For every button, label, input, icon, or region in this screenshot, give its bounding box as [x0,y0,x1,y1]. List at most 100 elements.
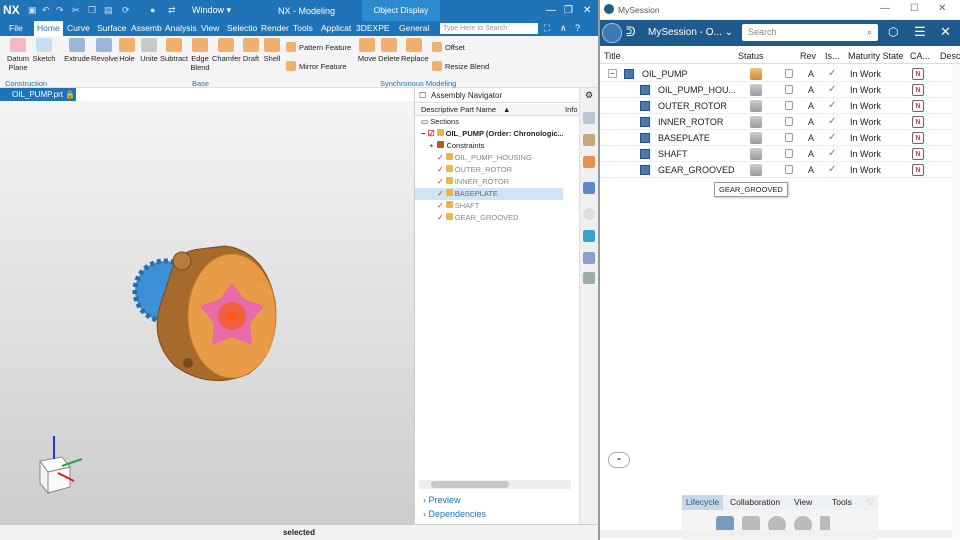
session-row[interactable]: OUTER_ROTOR A ✓ In Work N [600,98,960,114]
column-desc[interactable]: Desc [940,48,960,64]
restore-icon[interactable]: ❐ [564,5,573,16]
offset-region-button[interactable]: Offset [432,42,465,52]
sketch-button[interactable]: Sketch [32,38,56,63]
collapse-icon[interactable]: − [608,69,617,78]
edge-blend-button[interactable]: Edge Blend [190,38,210,72]
tree-item-part[interactable]: ✓ SHAFT [415,200,563,212]
undo-icon[interactable]: ↶ [42,5,50,16]
session-search-input[interactable]: Search ⌕ [742,24,878,41]
graphics-viewport[interactable] [0,101,414,524]
change-action-icon[interactable]: N [912,84,924,96]
resize-blend-button[interactable]: Resize Blend [432,61,489,71]
cut-icon[interactable]: ✂ [72,5,80,16]
tag-icon[interactable]: ⬡ [888,25,898,39]
tab-render[interactable]: Render [258,21,292,36]
favorite-icon[interactable]: ♡ [866,495,874,510]
chamfer-button[interactable]: Chamfer [212,38,241,63]
window-menu[interactable]: Window ▾ [192,5,231,16]
lock-icon[interactable] [785,165,793,174]
change-action-icon[interactable]: N [912,68,924,80]
horizontal-scrollbar[interactable] [600,530,952,538]
avatar[interactable] [602,23,622,43]
subtract-button[interactable]: Subtract [160,38,188,63]
hole-button[interactable]: Hole [118,38,136,63]
session-row[interactable]: SHAFT A ✓ In Work N [600,146,960,162]
lock-icon[interactable] [785,69,793,78]
tab-home[interactable]: Home [34,21,63,36]
session-row[interactable]: BASEPLATE A ✓ In Work N [600,130,960,146]
column-ca[interactable]: CA... [910,48,930,64]
close-icon[interactable]: ✕ [938,3,946,14]
unite-button[interactable]: Unite [138,38,160,63]
datum-plane-button[interactable]: Datum Plane [5,38,31,72]
check-icon[interactable]: ✓ [437,177,444,186]
minimize-icon[interactable]: — [546,5,556,16]
column-maturity-state[interactable]: Maturity State [848,48,904,64]
change-action-icon[interactable]: N [912,100,924,112]
vertical-scrollbar[interactable] [952,64,960,538]
tab-tools[interactable]: Tools [828,495,856,510]
tab-view[interactable]: View [790,495,816,510]
tree-item-root[interactable]: − ☑ OIL_PUMP (Order: Chronologic... [415,128,563,140]
paste-icon[interactable]: ▤ [104,5,113,16]
shaft-part[interactable] [227,311,237,321]
tab-file[interactable]: File [6,21,26,36]
column-status[interactable]: Status [738,48,764,64]
tree-item-sections[interactable]: ▭ Sections [415,116,563,128]
assembly-navigator-icon[interactable] [583,134,595,146]
change-action-icon[interactable]: N [912,164,924,176]
lock-icon[interactable] [785,149,793,158]
tab-surface[interactable]: Surface [94,21,129,36]
side-panel-toggle-icon[interactable]: ◓ [608,452,630,468]
check-icon[interactable]: ✓ [437,189,444,198]
part-navigator-icon[interactable] [583,112,595,124]
tab-collaboration[interactable]: Collaboration [726,495,784,510]
change-action-icon[interactable]: N [912,116,924,128]
tree-item-part[interactable]: ✓ GEAR_GROOVED [415,212,563,224]
column-descriptive-part-name[interactable]: Descriptive Part Name [421,104,496,116]
column-is[interactable]: Is... [825,48,840,64]
check-icon[interactable]: ☑ [427,129,434,138]
session-row[interactable]: OIL_PUMP_HOU... A ✓ In Work N [600,82,960,98]
help-icon[interactable]: ? [575,23,580,33]
tab-3dexperience[interactable]: 3DEXPE [353,21,393,36]
session-name-dropdown[interactable]: MySession - O... ⌄ [648,27,733,38]
redo-icon[interactable]: ↷ [56,5,64,16]
scrollbar-thumb[interactable] [431,481,509,488]
tab-tools[interactable]: Tools [290,21,316,36]
tree-item-constraints[interactable]: + Constraints [415,140,563,152]
tab-assemblies[interactable]: Assemb [128,21,165,36]
tab-selection[interactable]: Selectio [224,21,260,36]
web-browser-icon[interactable] [583,252,595,264]
3dexperience-icon[interactable] [583,182,595,194]
lock-icon[interactable] [785,101,793,110]
tab-view[interactable]: View [198,21,222,36]
column-rev[interactable]: Rev [800,48,816,64]
save-icon[interactable]: ▣ [28,5,37,16]
change-action-icon[interactable]: N [912,148,924,160]
collapse-ribbon-icon[interactable]: ∧ [560,23,567,34]
session-row-root[interactable]: − OIL_PUMP A ✓ In Work N [600,66,960,82]
object-display-context-tab[interactable]: Object Display [362,0,440,21]
tree-item-part[interactable]: ✓ OIL_PUMP_HOUSING [415,152,563,164]
palette-icon[interactable] [583,272,595,284]
hd3d-tools-icon[interactable] [583,230,595,242]
mirror-feature-button[interactable]: Mirror Feature [286,61,347,71]
preview-panel-toggle[interactable]: › Preview [423,495,461,505]
column-title[interactable]: Title [604,48,621,64]
pattern-feature-button[interactable]: Pattern Feature [286,42,351,52]
check-icon[interactable]: ✓ [437,165,444,174]
tab-general[interactable]: General [396,21,432,36]
constraint-navigator-icon[interactable] [583,156,595,168]
lock-icon[interactable] [785,117,793,126]
session-row[interactable]: INNER_ROTOR A ✓ In Work N [600,114,960,130]
mic-icon[interactable]: ● [150,5,155,15]
settings-icon[interactable]: ⚙ [585,90,593,101]
tree-item-part[interactable]: ✓ OUTER_ROTOR [415,164,563,176]
revolve-button[interactable]: Revolve [91,38,118,63]
command-search-input[interactable]: Type Here to Search [440,23,538,34]
session-row[interactable]: GEAR_GROOVED A ✓ In Work N [600,162,960,178]
restore-icon[interactable]: ☐ [910,3,919,14]
navigator-horizontal-scrollbar[interactable] [419,480,571,489]
expand-icon[interactable]: ⛶ [544,23,550,34]
